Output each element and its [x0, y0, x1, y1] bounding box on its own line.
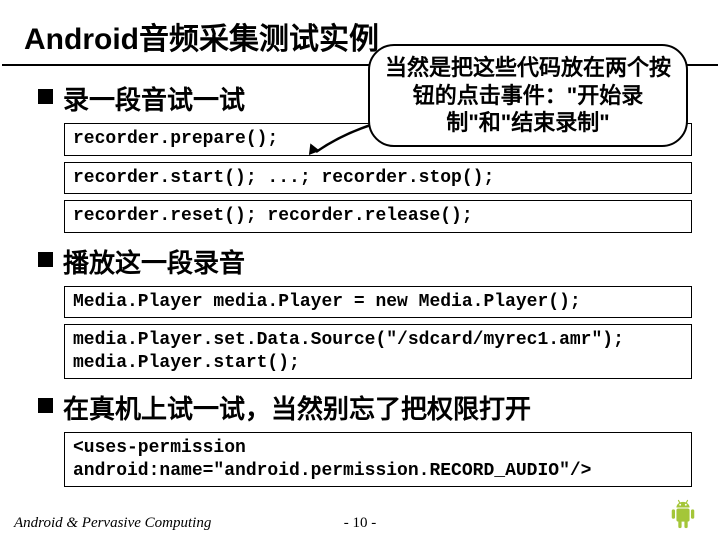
code-line: <uses-permission android:name="android.p…	[73, 438, 591, 481]
code-line: recorder.prepare();	[73, 129, 278, 149]
callout-bubble: 当然是把这些代码放在两个按钮的点击事件："开始录制"和"结束录制"	[368, 44, 688, 147]
page-number: - 10 -	[344, 515, 377, 532]
code-line: media.Player.set.Data.Source("/sdcard/my…	[73, 330, 624, 373]
bullet-text: 在真机上试一试，当然别忘了把权限打开	[63, 389, 531, 426]
bullet-row: 在真机上试一试，当然别忘了把权限打开	[38, 389, 692, 426]
square-bullet-icon	[38, 89, 53, 104]
code-line: Media.Player media.Player = new Media.Pl…	[73, 292, 581, 312]
code-box: recorder.start(); ...; recorder.stop();	[64, 162, 692, 195]
code-line: recorder.reset(); recorder.release();	[73, 206, 473, 226]
bullet-text: 播放这一段录音	[63, 243, 245, 280]
bullet-row: 播放这一段录音	[38, 243, 692, 280]
code-box: recorder.reset(); recorder.release();	[64, 200, 692, 233]
footer-left-text: Android & Pervasive Computing	[14, 515, 211, 532]
code-box: <uses-permission android:name="android.p…	[64, 432, 692, 487]
code-box: Media.Player media.Player = new Media.Pl…	[64, 286, 692, 319]
android-icon	[668, 498, 698, 532]
code-line: recorder.start(); ...; recorder.stop();	[73, 168, 494, 188]
square-bullet-icon	[38, 398, 53, 413]
code-box: media.Player.set.Data.Source("/sdcard/my…	[64, 324, 692, 379]
bullet-text: 录一段音试一试	[63, 80, 245, 117]
square-bullet-icon	[38, 252, 53, 267]
